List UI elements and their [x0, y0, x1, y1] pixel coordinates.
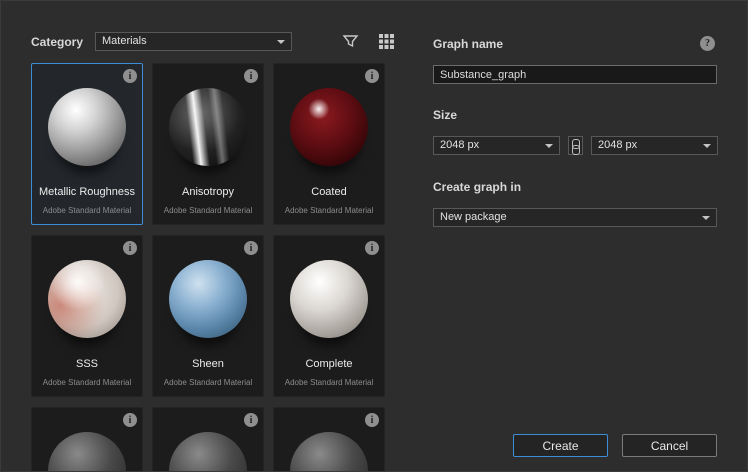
chain-link-icon — [571, 138, 580, 155]
new-graph-dialog: Category Materials i Metallic Roughness … — [0, 0, 748, 472]
template-card-subtitle: Adobe Standard Material — [284, 378, 374, 387]
template-card[interactable]: i Complete Adobe Standard Material — [273, 235, 385, 397]
template-grid: i Metallic Roughness Adobe Standard Mate… — [31, 63, 385, 471]
info-icon[interactable]: i — [365, 241, 379, 255]
info-icon[interactable]: i — [123, 241, 137, 255]
material-preview-sphere — [290, 432, 368, 471]
template-card-title: Complete — [305, 358, 353, 370]
material-preview-sphere — [290, 260, 368, 338]
template-card[interactable]: i Metallic Roughness Adobe Standard Mate… — [31, 63, 143, 225]
template-card-subtitle: Adobe Standard Material — [163, 206, 253, 215]
info-icon[interactable]: i — [244, 241, 258, 255]
template-card[interactable]: i — [152, 407, 264, 471]
material-preview-sphere — [169, 88, 247, 166]
help-icon[interactable]: ? — [700, 36, 715, 51]
link-size-toggle[interactable] — [568, 136, 583, 155]
template-card-title: Metallic Roughness — [39, 186, 135, 198]
template-card-title: Anisotropy — [182, 186, 234, 198]
material-preview-sphere — [290, 88, 368, 166]
template-card-subtitle: Adobe Standard Material — [42, 206, 132, 215]
create-button[interactable]: Create — [513, 434, 608, 457]
category-label: Category — [31, 35, 84, 49]
template-card-title: Sheen — [192, 358, 224, 370]
graph-name-input[interactable] — [433, 65, 717, 84]
material-preview-sphere — [169, 432, 247, 471]
category-select[interactable]: Materials — [95, 32, 292, 51]
material-preview-sphere — [48, 88, 126, 166]
material-preview-sphere — [48, 260, 126, 338]
create-graph-in-label: Create graph in — [433, 180, 522, 194]
template-card[interactable]: i — [273, 407, 385, 471]
template-card-subtitle: Adobe Standard Material — [284, 206, 374, 215]
grid-view-icon[interactable] — [378, 33, 395, 50]
graph-name-label: Graph name — [433, 37, 504, 51]
info-icon[interactable]: i — [365, 413, 379, 427]
template-card[interactable]: i — [31, 407, 143, 471]
info-icon[interactable]: i — [123, 69, 137, 83]
info-icon[interactable]: i — [365, 69, 379, 83]
size-label: Size — [433, 108, 458, 122]
template-card[interactable]: i SSS Adobe Standard Material — [31, 235, 143, 397]
cancel-button[interactable]: Cancel — [622, 434, 717, 457]
filter-icon[interactable] — [342, 33, 359, 50]
create-in-select[interactable]: New package — [433, 208, 717, 227]
size-height-select[interactable]: 2048 px — [591, 136, 718, 155]
material-preview-sphere — [169, 260, 247, 338]
template-card[interactable]: i Coated Adobe Standard Material — [273, 63, 385, 225]
size-width-select[interactable]: 2048 px — [433, 136, 560, 155]
info-icon[interactable]: i — [244, 69, 258, 83]
template-card-subtitle: Adobe Standard Material — [42, 378, 132, 387]
template-card[interactable]: i Anisotropy Adobe Standard Material — [152, 63, 264, 225]
material-preview-sphere — [48, 432, 126, 471]
template-card-title: SSS — [75, 358, 98, 370]
template-card[interactable]: i Sheen Adobe Standard Material — [152, 235, 264, 397]
info-icon[interactable]: i — [244, 413, 258, 427]
template-card-subtitle: Adobe Standard Material — [163, 378, 253, 387]
template-card-title: Coated — [311, 186, 347, 198]
info-icon[interactable]: i — [123, 413, 137, 427]
